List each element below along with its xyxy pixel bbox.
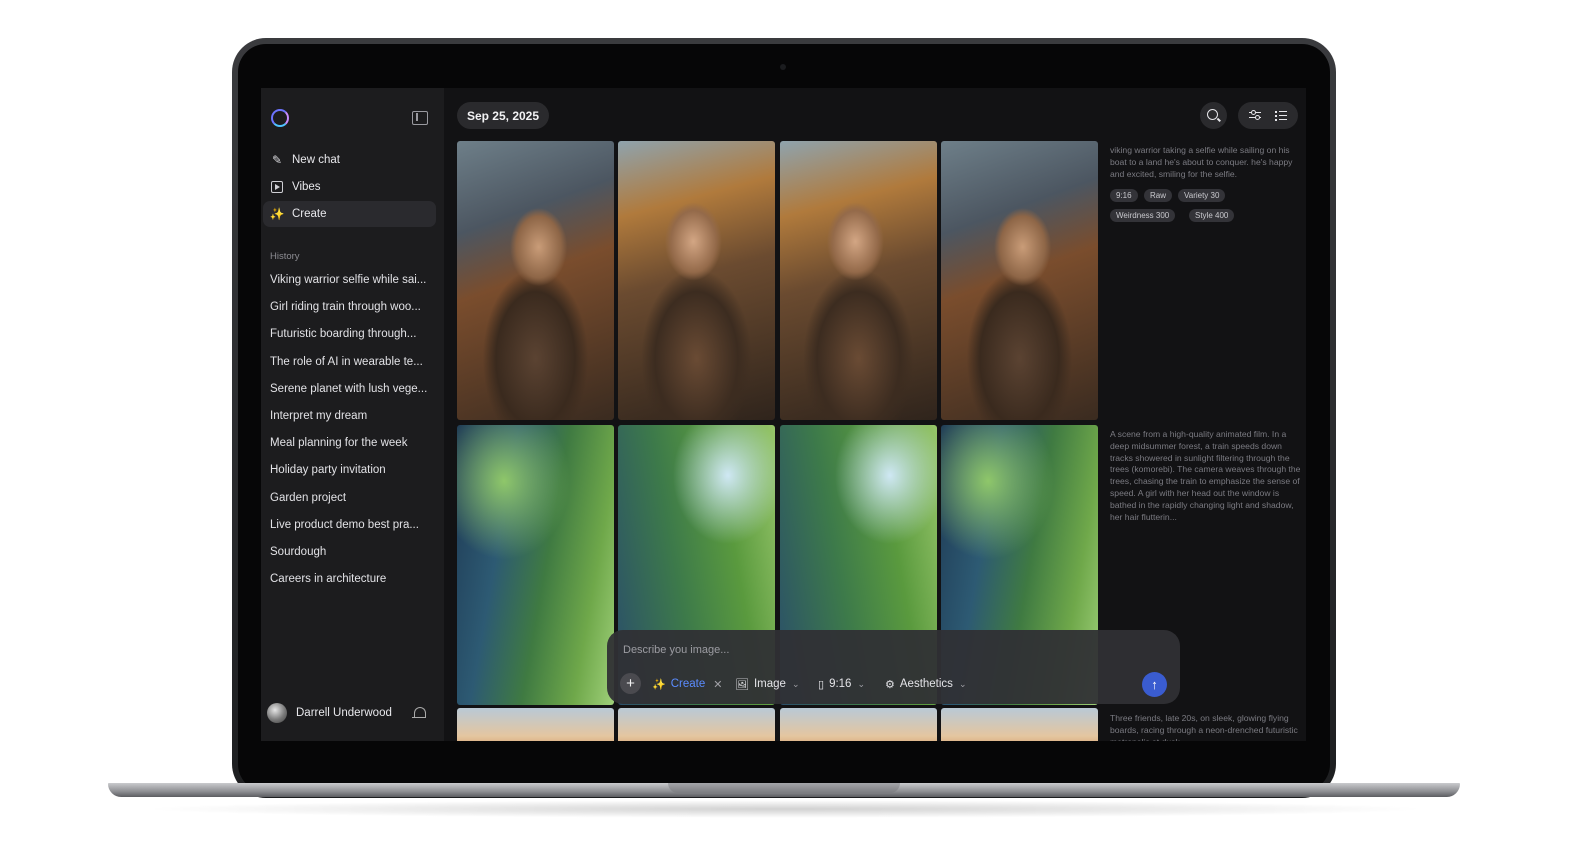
list-view-icon[interactable] xyxy=(1275,111,1287,121)
tag-chip: Variety 30 xyxy=(1178,189,1226,202)
prompt-input[interactable]: Describe you image... xyxy=(623,644,729,656)
chevron-down-icon: ⌄ xyxy=(958,678,967,689)
nav-vibes[interactable]: Vibes xyxy=(263,174,436,200)
history-heading: History xyxy=(270,251,300,262)
type-dropdown[interactable]: 🖼 Image ⌄ xyxy=(735,676,799,692)
nav-label: Vibes xyxy=(292,181,321,193)
history-item[interactable]: Interpret my dream xyxy=(270,410,434,422)
phone-icon: ▯ xyxy=(818,678,825,691)
history-item[interactable]: Holiday party invitation xyxy=(270,464,434,476)
generated-image-viking-4[interactable] xyxy=(941,141,1098,420)
nav-label: New chat xyxy=(292,154,340,166)
magic-wand-icon: ✨ xyxy=(269,207,285,221)
app-screen: ✎ New chat Vibes ✨ Create History Viking… xyxy=(261,88,1306,741)
generated-image-viking-2[interactable] xyxy=(618,141,775,420)
type-label: Image xyxy=(753,678,786,690)
edit-icon: ✎ xyxy=(271,153,283,167)
sliders-icon: ⚙ xyxy=(885,678,895,691)
history-item[interactable]: Live product demo best pra... xyxy=(270,519,434,531)
history-item[interactable]: Viking warrior selfie while sai... xyxy=(270,274,434,286)
history-item[interactable]: Garden project xyxy=(270,492,434,504)
laptop-notch xyxy=(668,783,900,793)
prompt-text: Three friends, late 20s, on sleek, glowi… xyxy=(1110,713,1298,741)
prompt-composer: Describe you image... + ✨ Create ✕ 🖼 Ima… xyxy=(607,630,1180,704)
prompt-text: viking warrior taking a selfie while sai… xyxy=(1110,145,1293,179)
nav-create[interactable]: ✨ Create xyxy=(263,201,436,227)
user-name: Darrell Underwood xyxy=(296,707,392,719)
generated-image-viking-3[interactable] xyxy=(780,141,937,420)
camera-icon xyxy=(780,64,786,70)
aesthetics-label: Aesthetics xyxy=(899,678,953,690)
search-icon xyxy=(1207,109,1218,120)
sidebar: ✎ New chat Vibes ✨ Create History Viking… xyxy=(261,88,444,741)
app-logo-icon[interactable] xyxy=(271,109,289,127)
avatar xyxy=(267,703,287,723)
chevron-down-icon: ⌄ xyxy=(791,678,800,689)
history-item[interactable]: Meal planning for the week xyxy=(270,437,434,449)
bell-icon[interactable] xyxy=(412,707,426,719)
history-item[interactable]: Sourdough xyxy=(270,546,434,558)
ratio-dropdown[interactable]: ▯ 9:16 ⌄ xyxy=(818,676,865,692)
generated-image-city-3[interactable] xyxy=(780,708,937,741)
search-button[interactable] xyxy=(1200,102,1227,129)
history-item[interactable]: Serene planet with lush vege... xyxy=(270,383,434,395)
magic-wand-icon: ✨ xyxy=(652,678,666,691)
view-options-button[interactable] xyxy=(1238,102,1298,129)
close-icon[interactable]: ✕ xyxy=(713,678,722,691)
generated-image-city-4[interactable] xyxy=(941,708,1098,741)
chevron-down-icon: ⌄ xyxy=(857,678,865,689)
nav-new-chat[interactable]: ✎ New chat xyxy=(263,147,436,173)
tag-chip: Weirdness 300 xyxy=(1110,209,1176,222)
mode-label: Create xyxy=(670,678,706,690)
sidebar-toggle-icon[interactable] xyxy=(412,111,428,125)
tag-chip: 9:16 xyxy=(1110,189,1138,202)
tag-chip: Style 400 xyxy=(1189,209,1235,222)
ratio-label: 9:16 xyxy=(829,678,852,690)
generated-image-train-1[interactable] xyxy=(457,425,614,705)
prompt-text: A scene from a high-quality animated fil… xyxy=(1110,429,1301,522)
user-profile[interactable]: Darrell Underwood xyxy=(267,703,392,723)
nav-label: Create xyxy=(292,208,327,220)
history-item[interactable]: Futuristic boarding through... xyxy=(270,328,434,340)
history-item[interactable]: Girl riding train through woo... xyxy=(270,301,434,313)
laptop-shadow xyxy=(140,800,1430,818)
generated-image-viking-1[interactable] xyxy=(457,141,614,420)
aesthetics-dropdown[interactable]: ⚙ Aesthetics ⌄ xyxy=(885,676,966,692)
generated-image-city-2[interactable] xyxy=(618,708,775,741)
play-icon xyxy=(270,180,284,194)
history-item[interactable]: The role of AI in wearable te... xyxy=(270,356,434,368)
date-pill[interactable]: Sep 25, 2025 xyxy=(457,102,549,129)
send-button[interactable]: ↑ xyxy=(1142,672,1167,697)
generated-image-city-1[interactable] xyxy=(457,708,614,741)
tag-chip: Raw xyxy=(1144,189,1173,202)
image-icon: 🖼 xyxy=(735,678,749,691)
mode-create-chip[interactable]: ✨ Create ✕ xyxy=(652,676,722,692)
sliders-icon[interactable] xyxy=(1249,110,1261,120)
add-attachment-button[interactable]: + xyxy=(620,673,641,694)
history-item[interactable]: Careers in architecture xyxy=(270,573,434,585)
